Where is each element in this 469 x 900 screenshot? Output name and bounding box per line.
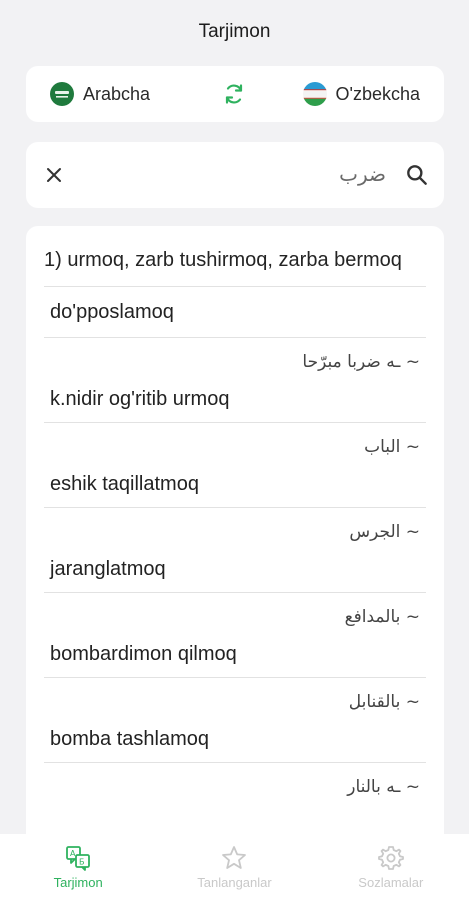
source-language-label: Arabcha bbox=[83, 83, 151, 104]
list-item: ~ بالمدافع bombardimon qilmoq bbox=[44, 592, 426, 677]
primary-translation: 1) urmoq, zarb tushirmoq, zarba bermoq bbox=[44, 249, 402, 271]
list-item: do'pposlamoq bbox=[44, 286, 426, 337]
arabic-phrase: ~ الباب bbox=[364, 437, 420, 457]
saudi-arabia-flag-icon bbox=[50, 82, 74, 106]
target-language-selector[interactable]: O'zbekcha bbox=[302, 82, 420, 106]
close-icon[interactable] bbox=[42, 163, 66, 187]
nav-item-translator[interactable]: A Б Tarjimon bbox=[0, 834, 156, 900]
list-item: ~ الباب eshik taqillatmoq bbox=[44, 422, 426, 507]
page-title: Tarjimon bbox=[198, 21, 271, 42]
app-header: Tarjimon bbox=[0, 0, 469, 64]
target-language-label: O'zbekcha bbox=[335, 83, 420, 104]
arabic-phrase: ~ الجرس bbox=[349, 522, 420, 542]
translation-text: eshik taqillatmoq bbox=[50, 472, 199, 495]
list-item: ~ بالقنابل bomba tashlamoq bbox=[44, 677, 426, 762]
source-language-selector[interactable]: Arabcha bbox=[50, 82, 150, 106]
star-icon bbox=[222, 846, 247, 869]
arabic-phrase: ~ ـه بالنار bbox=[347, 777, 420, 797]
list-item: ~ ـه ضربا مبرّحا k.nidir og'ritib urmoq bbox=[44, 337, 426, 422]
nav-label-settings: Sozlamalar bbox=[358, 875, 424, 890]
translate-icon: A Б bbox=[66, 846, 91, 871]
search-icon[interactable] bbox=[404, 162, 430, 188]
uzbekistan-flag-icon bbox=[302, 82, 327, 106]
language-bar: Arabcha O'zbekcha bbox=[26, 66, 444, 122]
bottom-navigation: A Б Tarjimon Tanlanganlar Sozlamalar bbox=[0, 834, 469, 900]
translation-text: k.nidir og'ritib urmoq bbox=[50, 387, 230, 410]
list-item: ~ ـه بالنار bbox=[44, 762, 426, 801]
svg-text:Б: Б bbox=[79, 858, 85, 867]
nav-item-favorites[interactable]: Tanlanganlar bbox=[156, 834, 312, 900]
translation-text: do'pposlamoq bbox=[50, 300, 174, 323]
search-box: ضرب bbox=[26, 142, 444, 208]
translation-text: bombardimon qilmoq bbox=[50, 642, 237, 665]
translation-results: 1) urmoq, zarb tushirmoq, zarba bermoq d… bbox=[26, 226, 444, 866]
arabic-phrase: ~ بالقنابل bbox=[348, 692, 420, 712]
arabic-phrase: ~ ـه ضربا مبرّحا bbox=[302, 352, 420, 372]
nav-label-favorites: Tanlanganlar bbox=[197, 875, 272, 890]
gear-icon bbox=[377, 846, 404, 870]
nav-item-settings[interactable]: Sozlamalar bbox=[313, 834, 469, 900]
svg-text:A: A bbox=[70, 849, 76, 858]
arabic-phrase: ~ بالمدافع bbox=[344, 607, 420, 627]
list-item: ~ الجرس jaranglatmoq bbox=[44, 507, 426, 592]
search-input[interactable]: ضرب bbox=[339, 162, 386, 186]
translation-text: bomba tashlamoq bbox=[50, 727, 209, 750]
nav-label-translator: Tarjimon bbox=[53, 875, 103, 890]
translation-text: jaranglatmoq bbox=[50, 557, 166, 580]
swap-refresh-icon[interactable] bbox=[222, 82, 246, 106]
